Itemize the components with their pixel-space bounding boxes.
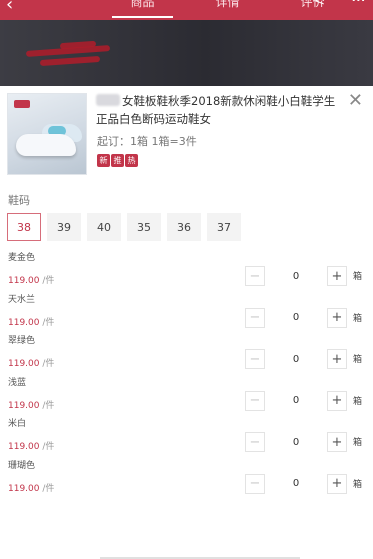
tab-product[interactable]: 商品 <box>100 0 185 18</box>
size-option-38[interactable]: 38 <box>7 213 41 241</box>
decrement-button[interactable]: − <box>245 432 265 452</box>
sku-selector-sheet: 女鞋板鞋秋季2018新款休闲鞋小白鞋学生正品白色断码运动鞋女 ✕ 起订：1箱 1… <box>0 86 373 559</box>
variant-row: 米白 119.00 /件 − 0 + 箱 <box>0 415 373 457</box>
product-thumbnail <box>7 93 87 175</box>
variant-price: 119.00 /件 <box>8 483 55 494</box>
box-unit-label: 箱 <box>353 313 363 324</box>
top-nav-bar: ‹ 商品 详情 评价 < ··· <box>0 0 373 20</box>
increment-button[interactable]: + <box>327 307 347 328</box>
variant-row: 浅蓝 119.00 /件 − 0 + 箱 <box>0 374 373 416</box>
minimum-order: 起订：1箱 1箱=3件 <box>97 135 197 148</box>
size-options: 38 39 40 35 36 37 <box>7 213 241 241</box>
quantity-input[interactable]: 0 <box>265 432 327 452</box>
size-option-36[interactable]: 36 <box>167 213 201 241</box>
share-icon[interactable]: < <box>314 0 325 9</box>
variant-color: 天水兰 <box>8 294 36 305</box>
quantity-stepper: − 0 + <box>245 265 348 287</box>
variant-row: 麦金色 119.00 /件 − 0 + 箱 <box>0 249 373 291</box>
variant-price: 119.00 /件 <box>8 442 55 452</box>
box-unit-label: 箱 <box>353 396 363 407</box>
decrement-button[interactable]: − <box>245 307 265 328</box>
increment-button[interactable]: + <box>327 390 347 411</box>
decrement-button[interactable]: − <box>245 266 265 286</box>
increment-button[interactable]: + <box>327 266 347 286</box>
size-option-40[interactable]: 40 <box>87 213 121 241</box>
variant-row: 珊瑚色 119.00 /件 − 0 + 箱 <box>0 457 373 499</box>
increment-button[interactable]: + <box>327 432 347 452</box>
quantity-stepper: − 0 + <box>245 390 348 412</box>
size-option-35[interactable]: 35 <box>127 213 161 241</box>
quantity-stepper: − 0 + <box>245 431 348 453</box>
size-option-39[interactable]: 39 <box>47 213 81 241</box>
quantity-input[interactable]: 0 <box>265 391 327 411</box>
back-arrow-icon[interactable]: ‹ <box>6 0 13 15</box>
decrement-button[interactable]: − <box>245 349 265 369</box>
box-unit-label: 箱 <box>353 479 363 490</box>
size-label: 鞋码 <box>8 194 30 207</box>
close-icon[interactable]: ✕ <box>348 92 363 110</box>
badge-recommended: 推 <box>111 154 124 167</box>
tab-details[interactable]: 详情 <box>185 0 270 10</box>
variant-price: 119.00 /件 <box>8 317 55 328</box>
product-banner-image <box>0 20 373 86</box>
decrement-button[interactable]: − <box>245 390 265 411</box>
product-title: 女鞋板鞋秋季2018新款休闲鞋小白鞋学生正品白色断码运动鞋女 <box>96 94 336 126</box>
box-unit-label: 箱 <box>353 438 363 448</box>
variant-color: 浅蓝 <box>8 377 27 388</box>
variant-color: 珊瑚色 <box>8 460 36 471</box>
variant-color: 米白 <box>8 419 27 429</box>
more-icon[interactable]: ··· <box>351 0 366 11</box>
box-unit-label: 箱 <box>353 272 363 282</box>
color-variant-list: 麦金色 119.00 /件 − 0 + 箱 天水兰 119.00 /件 − 0 … <box>0 249 373 498</box>
variant-price: 119.00 /件 <box>8 400 55 411</box>
variant-row: 翠绿色 119.00 /件 − 0 + 箱 <box>0 332 373 374</box>
quantity-input[interactable]: 0 <box>265 474 327 494</box>
quantity-input[interactable]: 0 <box>265 349 327 369</box>
quantity-input[interactable]: 0 <box>265 266 327 286</box>
variant-color: 翠绿色 <box>8 336 36 346</box>
box-unit-label: 箱 <box>353 355 363 365</box>
badge-hot: 热 <box>125 154 138 167</box>
size-option-37[interactable]: 37 <box>207 213 241 241</box>
quantity-stepper: − 0 + <box>245 348 348 370</box>
quantity-input[interactable]: 0 <box>265 308 327 328</box>
increment-button[interactable]: + <box>327 349 347 369</box>
increment-button[interactable]: + <box>327 473 347 494</box>
product-badges: 新 推 热 <box>97 154 138 167</box>
quantity-stepper: − 0 + <box>245 473 348 495</box>
variant-price: 119.00 /件 <box>8 276 55 286</box>
quantity-stepper: − 0 + <box>245 307 348 329</box>
variant-color: 麦金色 <box>8 253 36 263</box>
decrement-button[interactable]: − <box>245 473 265 494</box>
variant-price: 119.00 /件 <box>8 359 55 369</box>
variant-row: 天水兰 119.00 /件 − 0 + 箱 <box>0 291 373 333</box>
tab-reviews[interactable]: 评价 <box>270 0 355 10</box>
badge-new: 新 <box>97 154 110 167</box>
